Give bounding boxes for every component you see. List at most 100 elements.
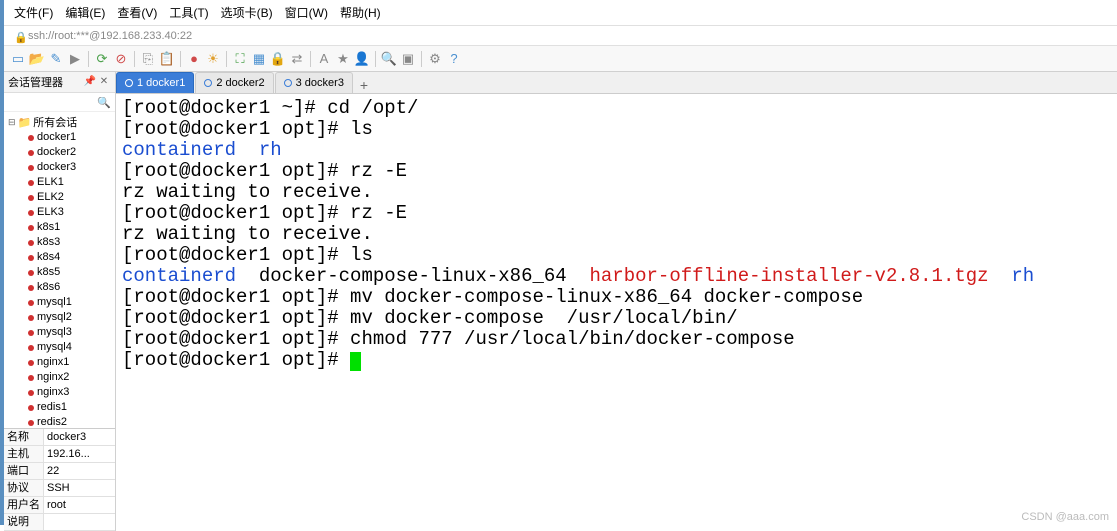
terminal-text: [root@docker1 opt]# ls	[122, 118, 373, 140]
new-tab-button[interactable]: +	[354, 77, 374, 93]
separator	[226, 51, 227, 67]
sidebar-item-redis2[interactable]: redis2	[4, 415, 115, 428]
status-dot	[28, 285, 34, 291]
new-session-icon[interactable]: ▭	[10, 51, 26, 67]
sidebar-header: 会话管理器 📌 ✕	[4, 72, 115, 93]
terminal-text: [root@docker1 opt]# chmod 777 /usr/local…	[122, 328, 795, 350]
help-icon[interactable]: ?	[446, 51, 462, 67]
shell-icon[interactable]: ▶	[67, 51, 83, 67]
cursor	[350, 352, 361, 371]
content: 1 docker1 2 docker2 3 docker3 + [root@dock…	[116, 72, 1117, 531]
menu-help[interactable]: 帮助(H)	[340, 4, 381, 21]
user-icon[interactable]: 👤	[354, 51, 370, 67]
sidebar-item-label: k8s5	[37, 265, 60, 280]
sidebar-item-mysql3[interactable]: mysql3	[4, 325, 115, 340]
address-bar: 🔒 ssh://root:***@192.168.233.40:22	[4, 26, 1117, 46]
menu-edit[interactable]: 编辑(E)	[65, 4, 105, 21]
toolbar: ▭ 📂 ✎ ▶ ⟳ ⊘ ⎘ 📋 ● ☀ ⛶ ▦ 🔒 ⇄ A ★ 👤 🔍 ▣ ⚙ …	[4, 46, 1117, 72]
terminal-text: [root@docker1 opt]# mv docker-compose /u…	[122, 307, 738, 329]
tab-3-docker3[interactable]: 3 docker3	[275, 72, 353, 93]
sidebar-item-docker3[interactable]: docker3	[4, 160, 115, 175]
terminal-line: rz waiting to receive.	[122, 182, 1111, 203]
sidebar-item-label: k8s1	[37, 220, 60, 235]
terminal-text: containerd rh	[122, 139, 282, 161]
close-icon[interactable]: ✕	[97, 75, 111, 89]
sidebar-item-ELK1[interactable]: ELK1	[4, 175, 115, 190]
sidebar-item-nginx3[interactable]: nginx3	[4, 385, 115, 400]
sidebar-item-nginx1[interactable]: nginx1	[4, 355, 115, 370]
menu-tools[interactable]: 工具(T)	[169, 4, 208, 21]
reconnect-icon[interactable]: ⟳	[94, 51, 110, 67]
status-dot	[28, 345, 34, 351]
terminal-text: containerd	[122, 265, 236, 287]
terminal-line: [root@docker1 opt]# ls	[122, 245, 1111, 266]
sidebar-item-label: k8s6	[37, 280, 60, 295]
sun-icon[interactable]: ☀	[205, 51, 221, 67]
terminal-line: containerd docker-compose-linux-x86_64 h…	[122, 266, 1111, 287]
box-icon[interactable]: ▣	[400, 51, 416, 67]
prop-label: 主机	[4, 446, 44, 462]
paste-icon[interactable]: 📋	[159, 51, 175, 67]
prop-value	[44, 514, 115, 530]
sidebar-item-ELK2[interactable]: ELK2	[4, 190, 115, 205]
tab-label: 2 docker2	[216, 77, 264, 89]
tree-root[interactable]: ⊟ 📁 所有会话	[4, 114, 115, 130]
disconnect-icon[interactable]: ⊘	[113, 51, 129, 67]
sftp-icon[interactable]: ⇄	[289, 51, 305, 67]
menu-window[interactable]: 窗口(W)	[285, 4, 328, 21]
menu-view[interactable]: 查看(V)	[117, 4, 157, 21]
sidebar-item-k8s5[interactable]: k8s5	[4, 265, 115, 280]
status-dot	[28, 135, 34, 141]
address-text[interactable]: ssh://root:***@192.168.233.40:22	[28, 30, 192, 42]
terminal-text: [root@docker1 opt]# mv docker-compose-li…	[122, 286, 863, 308]
gear-icon[interactable]: ⚙	[427, 51, 443, 67]
menu-file[interactable]: 文件(F)	[14, 4, 53, 21]
terminal-text: [root@docker1 opt]#	[122, 349, 350, 371]
filter-input[interactable]	[8, 97, 111, 109]
sidebar-item-mysql2[interactable]: mysql2	[4, 310, 115, 325]
menubar: 文件(F) 编辑(E) 查看(V) 工具(T) 选项卡(B) 窗口(W) 帮助(…	[4, 0, 1117, 26]
expand-icon[interactable]: ⛶	[232, 51, 248, 67]
layout-icon[interactable]: ▦	[251, 51, 267, 67]
sidebar-item-label: mysql1	[37, 295, 72, 310]
sidebar-filter[interactable]	[4, 93, 115, 112]
terminal-line: rz waiting to receive.	[122, 224, 1111, 245]
collapse-icon[interactable]: ⊟	[8, 117, 16, 128]
sidebar-item-k8s6[interactable]: k8s6	[4, 280, 115, 295]
sidebar-item-nginx2[interactable]: nginx2	[4, 370, 115, 385]
sidebar-item-label: redis1	[37, 400, 67, 415]
status-dot	[28, 420, 34, 426]
lock-tool-icon[interactable]: 🔒	[270, 51, 286, 67]
sidebar-item-redis1[interactable]: redis1	[4, 400, 115, 415]
sidebar-item-k8s3[interactable]: k8s3	[4, 235, 115, 250]
info-icon	[204, 79, 212, 87]
terminal[interactable]: [root@docker1 ~]# cd /opt/[root@docker1 …	[116, 94, 1117, 531]
status-dot	[28, 270, 34, 276]
write-icon[interactable]: ✎	[48, 51, 64, 67]
prop-label: 协议	[4, 480, 44, 496]
record-icon[interactable]: ●	[186, 51, 202, 67]
watermark: CSDN @aaa.com	[1021, 511, 1109, 523]
pin-icon[interactable]: 📌	[83, 75, 97, 89]
sidebar-item-k8s4[interactable]: k8s4	[4, 250, 115, 265]
sidebar-item-mysql1[interactable]: mysql1	[4, 295, 115, 310]
search-icon[interactable]: 🔍	[381, 51, 397, 67]
sidebar-item-ELK3[interactable]: ELK3	[4, 205, 115, 220]
prop-value: root	[44, 497, 115, 513]
terminal-text: harbor-offline-installer-v2.8.1.tgz	[590, 265, 989, 287]
tab-1-docker1[interactable]: 1 docker1	[116, 72, 194, 93]
menu-tabs[interactable]: 选项卡(B)	[221, 4, 273, 21]
separator	[134, 51, 135, 67]
sidebar-item-docker1[interactable]: docker1	[4, 130, 115, 145]
session-tree[interactable]: ⊟ 📁 所有会话 docker1docker2docker3ELK1ELK2EL…	[4, 112, 115, 428]
sidebar-item-label: ELK3	[37, 205, 64, 220]
tab-2-docker2[interactable]: 2 docker2	[195, 72, 273, 93]
star-icon[interactable]: ★	[335, 51, 351, 67]
main-area: 会话管理器 📌 ✕ ⊟ 📁 所有会话 docker1docker2docker3…	[4, 72, 1117, 531]
sidebar-item-mysql4[interactable]: mysql4	[4, 340, 115, 355]
sidebar-item-k8s1[interactable]: k8s1	[4, 220, 115, 235]
copy-icon[interactable]: ⎘	[140, 51, 156, 67]
text-icon[interactable]: A	[316, 51, 332, 67]
sidebar-item-docker2[interactable]: docker2	[4, 145, 115, 160]
open-icon[interactable]: 📂	[29, 51, 45, 67]
